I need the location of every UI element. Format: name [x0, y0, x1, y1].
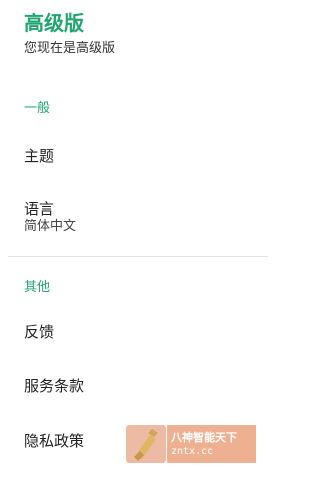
settings-item-theme[interactable]: 主题 [0, 146, 54, 166]
broom-logo-icon [126, 425, 166, 463]
premium-header: 高级版 您现在是高级版 [0, 0, 268, 58]
watermark-line1: 八神智能天下 [171, 430, 237, 444]
watermark-text: 八神智能天下 zntx.cc [167, 425, 256, 463]
section-label-other: 其他 [24, 280, 51, 295]
settings-item-privacy[interactable]: 隐私政策 [0, 431, 84, 451]
site-watermark: 八神智能天下 zntx.cc [126, 425, 256, 463]
settings-item-language[interactable]: 语言 简体中文 [0, 199, 76, 235]
language-value: 简体中文 [24, 219, 77, 234]
settings-item-label: 语言 [24, 200, 55, 218]
settings-item-label: 服务条款 [24, 377, 85, 395]
section-divider [8, 256, 268, 257]
settings-item-label: 隐私政策 [24, 432, 85, 450]
settings-item-terms[interactable]: 服务条款 [0, 376, 84, 396]
premium-status-text: 您现在是高级版 [24, 41, 116, 56]
settings-item-label: 主题 [24, 147, 55, 165]
watermark-line2: zntx.cc [171, 445, 214, 457]
settings-item-label: 反馈 [24, 323, 55, 341]
settings-item-feedback[interactable]: 反馈 [0, 322, 54, 342]
page-title: 高级版 [24, 11, 84, 35]
section-label-general: 一般 [24, 101, 51, 116]
